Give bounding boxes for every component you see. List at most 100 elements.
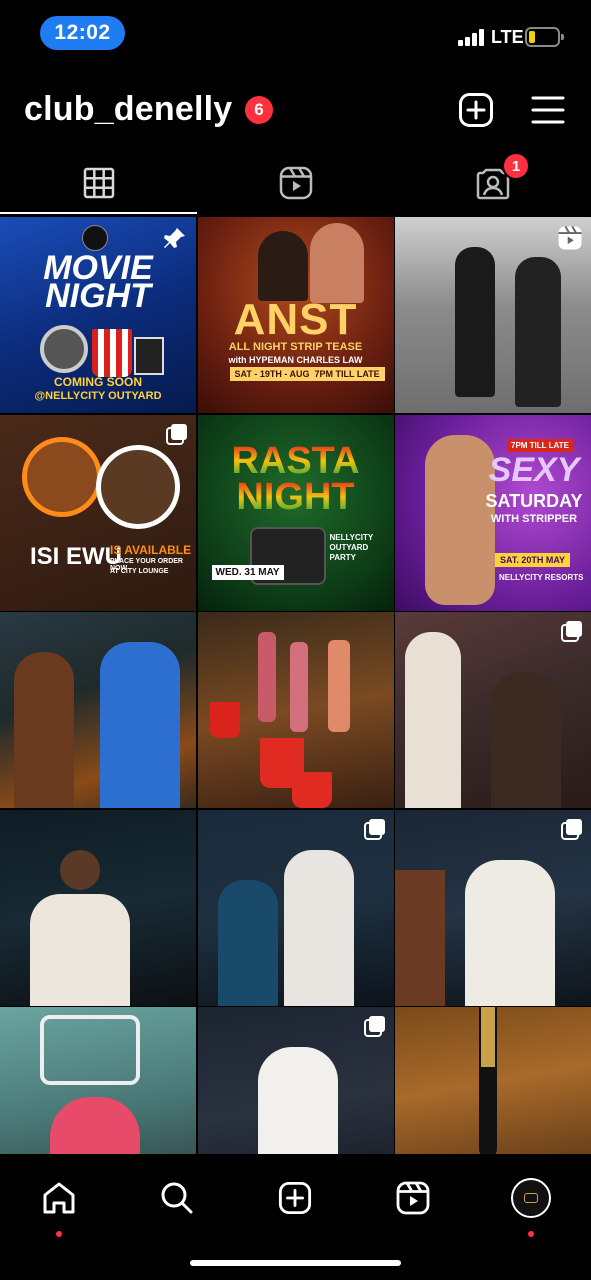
bottle-image <box>257 632 276 722</box>
carousel-icon <box>166 423 188 450</box>
post-subtitle: NIGHT <box>198 478 394 516</box>
person-figure <box>405 632 461 808</box>
post-title: ANST <box>233 295 358 344</box>
post-tile[interactable]: MOVIE NIGHT COMING SOON @NELLYCITY OUTYA… <box>0 217 196 413</box>
person-figure <box>491 672 561 808</box>
person-figure <box>395 869 445 1006</box>
post-subtitle: IS AVAILABLE <box>110 542 192 557</box>
bottle-image <box>327 640 350 732</box>
post-date: WED. 31 MAY <box>211 564 284 580</box>
tab-posts[interactable] <box>0 150 197 216</box>
post-tile[interactable] <box>0 809 196 1006</box>
post-text: ALL NIGHT STRIP TEASE <box>228 341 363 353</box>
post-tile[interactable]: 7PM TILL LATE SEXY SATURDAY WITH STRIPPE… <box>395 414 591 611</box>
person-figure <box>30 893 130 1006</box>
person-figure <box>217 879 278 1006</box>
post-tile[interactable] <box>197 612 394 808</box>
person-figure <box>100 642 180 808</box>
person-figure <box>515 257 561 407</box>
status-bar: 12:02 LTE <box>0 0 591 70</box>
profile-activity-dot <box>528 1231 534 1237</box>
pin-icon <box>162 225 188 256</box>
reels-icon <box>396 1181 430 1215</box>
post-title: SEXY <box>488 450 580 489</box>
person-figure <box>50 1097 140 1154</box>
post-tile[interactable] <box>0 1007 196 1154</box>
nav-create[interactable] <box>265 1168 325 1228</box>
post-tile[interactable]: ANST ALL NIGHT STRIP TEASE with HYPEMAN … <box>197 217 394 413</box>
post-tile[interactable]: ISI EWU IS AVAILABLE PLACE YOUR ORDER NO… <box>0 414 196 611</box>
post-text: COMING SOON <box>53 375 142 389</box>
post-date: SAT. 20TH MAY <box>495 552 571 567</box>
post-tile[interactable] <box>395 612 591 808</box>
food-plate-image <box>22 436 102 517</box>
post-text: WITH STRIPPER <box>490 512 578 525</box>
battery-icon <box>525 27 564 47</box>
nav-search[interactable] <box>147 1168 207 1228</box>
bottle-image <box>289 642 308 732</box>
post-text: with HYPEMAN CHARLES LAW <box>228 355 363 365</box>
post-tile[interactable] <box>197 1007 394 1154</box>
person-head <box>60 849 100 890</box>
person-figure <box>257 1047 338 1154</box>
person-figure <box>465 859 555 1006</box>
popcorn-icon <box>92 329 132 377</box>
nav-profile[interactable] <box>501 1168 561 1237</box>
post-title: RASTA <box>198 442 394 480</box>
post-subtitle: SATURDAY <box>485 490 583 511</box>
post-tile[interactable] <box>395 1007 591 1154</box>
status-time: 12:02 <box>40 16 125 50</box>
post-tile[interactable] <box>197 809 394 1006</box>
home-indicator <box>190 1260 401 1266</box>
signal-icon <box>458 28 486 46</box>
create-icon <box>278 1181 312 1215</box>
post-title: ISI EWU <box>30 542 123 570</box>
cup-image <box>209 702 240 738</box>
post-time: 7PM TILL LATE <box>309 367 385 381</box>
nav-home[interactable] <box>29 1168 89 1237</box>
carousel-icon <box>363 1015 386 1042</box>
grid-icon <box>83 167 114 199</box>
home-icon <box>43 1182 75 1214</box>
network-type: LTE <box>491 27 524 47</box>
home-activity-dot <box>56 1231 62 1237</box>
profile-header: club_denelly 6 <box>0 80 591 140</box>
clapper-icon <box>134 337 164 375</box>
active-tab-indicator <box>0 212 197 214</box>
person-figure <box>283 849 354 1006</box>
tab-tagged[interactable] <box>394 150 591 216</box>
post-tile[interactable]: RASTA NIGHT NELLYCITY OUTYARD PARTY WED.… <box>197 414 394 611</box>
nav-reels[interactable] <box>383 1168 443 1228</box>
profile-username[interactable]: club_denelly <box>24 90 232 129</box>
post-text: AT CITY LOUNGE <box>110 567 169 575</box>
reels-icon <box>279 166 312 200</box>
carousel-icon <box>561 620 583 647</box>
plus-square-icon[interactable] <box>458 92 494 128</box>
dancer-figure <box>309 223 364 303</box>
person-figure <box>14 652 74 808</box>
post-subtitle: NIGHT <box>45 277 151 315</box>
post-text: NELLYCITY OUTYARD PARTY <box>329 532 374 562</box>
post-tile[interactable] <box>395 217 591 413</box>
menu-icon[interactable] <box>530 92 566 128</box>
drink-image <box>96 444 180 529</box>
tab-reels[interactable] <box>197 150 394 216</box>
tagged-badge: 1 <box>502 152 530 180</box>
post-tile[interactable] <box>395 809 591 1006</box>
host-figure <box>257 231 308 301</box>
person-figure <box>455 247 495 397</box>
logo-badge <box>82 225 108 251</box>
reel-icon <box>557 225 583 256</box>
film-reel-icon <box>40 325 88 373</box>
profile-avatar <box>511 1178 551 1218</box>
notification-badge[interactable]: 6 <box>245 96 273 124</box>
post-text: @NELLYCITY OUTYARD <box>34 390 162 402</box>
search-icon <box>161 1182 193 1214</box>
bottle-foil <box>481 1007 495 1067</box>
wall-logo <box>40 1015 140 1085</box>
carousel-icon <box>363 818 386 845</box>
post-tile[interactable] <box>0 612 196 808</box>
post-date: SAT - 19TH - AUG <box>229 367 315 381</box>
carousel-icon <box>561 818 583 845</box>
cup-image <box>291 772 332 808</box>
